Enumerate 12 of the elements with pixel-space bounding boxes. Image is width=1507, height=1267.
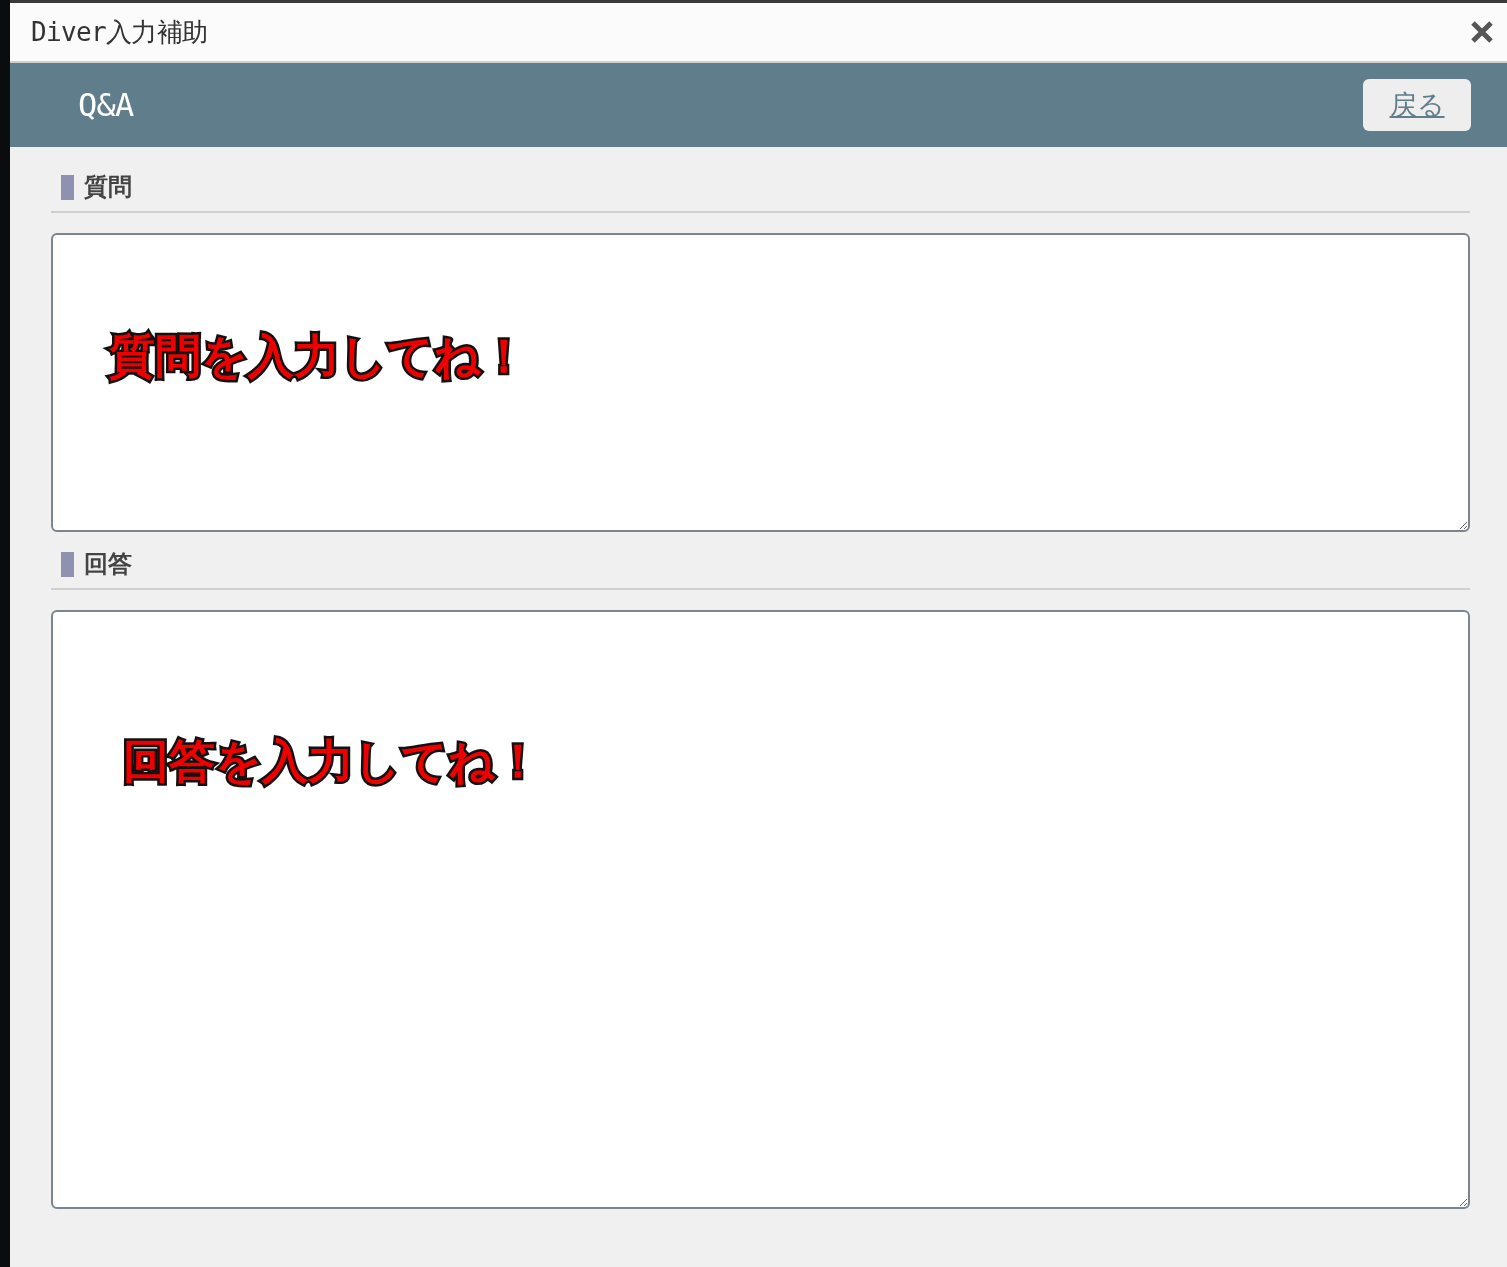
annotation-text: 回答を入力してね！: [123, 738, 541, 784]
section-heading: 回答: [84, 549, 132, 579]
back-button[interactable]: 戻る: [1363, 79, 1471, 131]
window-title: Diver入力補助: [31, 15, 208, 49]
text-area[interactable]: [51, 610, 1470, 1209]
heading-marker: [61, 551, 74, 577]
page-title: Q&A: [78, 85, 134, 126]
section-heading: 質問: [84, 172, 132, 202]
close-icon[interactable]: [1469, 19, 1495, 45]
annotation-text: 質問を入力してね！: [109, 333, 527, 379]
text-area[interactable]: [51, 233, 1470, 532]
heading-marker: [61, 174, 74, 200]
